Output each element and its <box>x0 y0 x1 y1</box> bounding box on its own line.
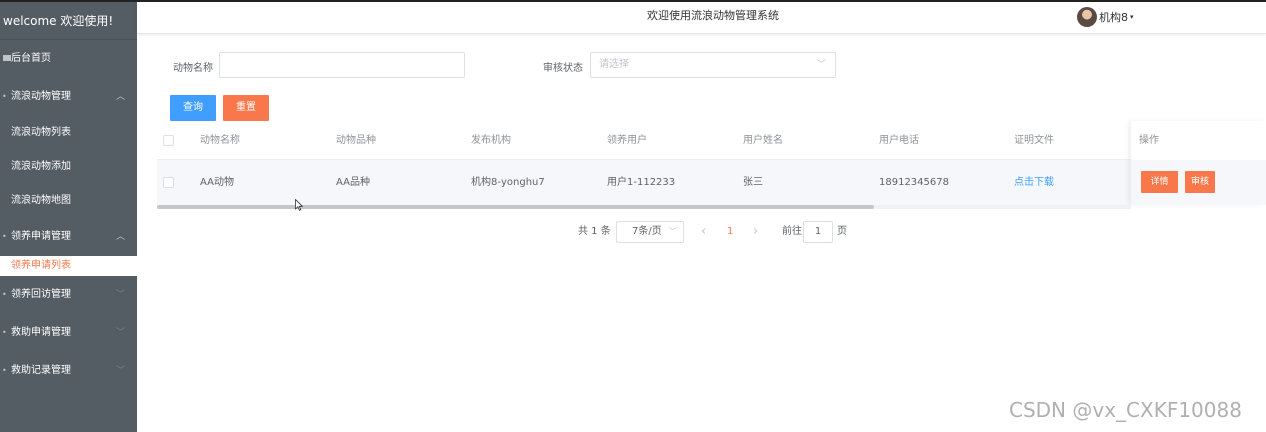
sidebar-group-label: 流浪动物管理 <box>11 91 71 102</box>
cell-phone: 18912345678 <box>879 177 949 188</box>
select-all-checkbox[interactable] <box>163 135 174 146</box>
sidebar-group-label: 救助记录管理 <box>11 365 71 376</box>
audit-status-select[interactable]: 请选择 ﹀ <box>590 52 836 78</box>
caret-down-icon: ▾ <box>1130 13 1134 21</box>
column-header: 发布机构 <box>471 135 511 146</box>
cell-user: 用户1-112233 <box>607 177 676 188</box>
row-checkbox[interactable] <box>163 177 174 188</box>
chevron-down-icon: ﹀ <box>115 328 125 338</box>
table-row[interactable]: AA动物 AA品种 机构8-yonghu7 用户1-112233 张三 1891… <box>157 160 1266 205</box>
page-size-select[interactable]: 7条/页 ﹀ <box>616 221 684 243</box>
page-number-current[interactable]: 1 <box>727 221 733 243</box>
sidebar-group-rescue-apply[interactable]: • 救助申请管理 ﹀ <box>0 314 137 352</box>
bullet-icon: • <box>2 328 7 337</box>
sidebar-item-home[interactable]: 后台首页 <box>0 40 137 78</box>
bullet-icon: • <box>2 232 7 241</box>
detail-button[interactable]: 详情 <box>1141 171 1178 193</box>
monitor-icon <box>3 55 11 61</box>
sidebar-item-animal-list[interactable]: 流浪动物列表 <box>0 116 137 150</box>
column-header: 动物名称 <box>200 135 240 146</box>
chevron-down-icon: ﹀ <box>816 60 826 70</box>
scrollbar-thumb[interactable] <box>157 205 874 209</box>
animal-name-input[interactable] <box>219 52 465 78</box>
audit-button[interactable]: 审核 <box>1185 171 1215 193</box>
sidebar-item-animal-map[interactable]: 流浪动物地图 <box>0 184 137 218</box>
watermark: CSDN @vx_CXKF10088 <box>1009 398 1242 422</box>
cell-breed: AA品种 <box>336 177 370 188</box>
sidebar-item-animal-add[interactable]: 流浪动物添加 <box>0 150 137 184</box>
column-header: 操作 <box>1139 135 1159 146</box>
horizontal-scrollbar[interactable] <box>157 205 1131 209</box>
audit-status-placeholder: 请选择 <box>599 59 629 70</box>
column-header: 用户姓名 <box>743 135 783 146</box>
sidebar-group-label: 领养申请管理 <box>11 231 71 242</box>
table-header: 动物名称 动物品种 发布机构 领养用户 用户姓名 用户电话 证明文件 <box>157 121 1266 160</box>
cell-org: 机构8-yonghu7 <box>471 177 545 188</box>
sidebar-group-rescue-record[interactable]: • 救助记录管理 ﹀ <box>0 352 137 390</box>
chevron-up-icon: ︿ <box>115 232 125 242</box>
column-header: 用户电话 <box>879 135 919 146</box>
sidebar-group-stray-animals[interactable]: • 流浪动物管理 ︿ <box>0 78 137 116</box>
sidebar-group-label: 救助申请管理 <box>11 327 71 338</box>
cell-animal-name: AA动物 <box>200 177 234 188</box>
cell-real-name: 张三 <box>743 177 763 188</box>
goto-label: 前往 <box>782 226 802 237</box>
actions-column: 操作 详情 审核 <box>1131 121 1266 205</box>
sidebar-group-adoption[interactable]: • 领养申请管理 ︿ <box>0 218 137 256</box>
chevron-down-icon: ﹀ <box>115 290 125 300</box>
bullet-icon: • <box>2 92 7 101</box>
chevron-up-icon: ︿ <box>115 92 125 102</box>
sidebar-item-adoption-list[interactable]: 领养申请列表 <box>0 256 137 276</box>
user-name: 机构8 <box>1099 11 1128 24</box>
page-unit-label: 页 <box>837 226 847 237</box>
avatar <box>1077 7 1097 27</box>
chevron-down-icon: ﹀ <box>115 366 125 376</box>
mouse-cursor-icon <box>295 199 303 211</box>
column-header: 证明文件 <box>1014 135 1054 146</box>
column-header: 动物品种 <box>336 135 376 146</box>
bullet-icon: • <box>2 366 7 375</box>
query-button[interactable]: 查询 <box>170 95 216 121</box>
prev-page-button[interactable]: ‹ <box>701 221 706 243</box>
download-link[interactable]: 点击下载 <box>1014 160 1054 205</box>
next-page-button[interactable]: › <box>753 221 758 243</box>
sidebar-group-label: 领养回访管理 <box>11 289 71 300</box>
bullet-icon: • <box>2 290 7 299</box>
chevron-down-icon: ﹀ <box>669 227 677 236</box>
page-size-value: 7条/页 <box>632 226 662 237</box>
pagination-total: 共 1 条 <box>578 226 611 237</box>
sidebar: welcome 欢迎使用! 后台首页 • 流浪动物管理 ︿ 流浪动物列表 流浪动… <box>0 2 137 432</box>
sidebar-group-followup[interactable]: • 领养回访管理 ﹀ <box>0 276 137 314</box>
column-header: 领养用户 <box>607 135 647 146</box>
sidebar-brand: welcome 欢迎使用! <box>0 2 137 40</box>
audit-status-label: 审核状态 <box>543 63 583 74</box>
page-title: 欢迎使用流浪动物管理系统 <box>647 9 779 22</box>
goto-page-input[interactable]: 1 <box>803 221 833 243</box>
top-header: 欢迎使用流浪动物管理系统 机构8 ▾ <box>137 2 1266 34</box>
sidebar-item-label: 后台首页 <box>11 53 51 64</box>
adoption-table: 动物名称 动物品种 发布机构 领养用户 用户姓名 用户电话 证明文件 AA动物 … <box>157 121 1266 205</box>
reset-button[interactable]: 重置 <box>223 95 269 121</box>
user-menu[interactable]: 机构8 ▾ <box>1077 6 1134 28</box>
actions-cell: 详情 审核 <box>1131 160 1266 205</box>
animal-name-label: 动物名称 <box>173 63 213 74</box>
